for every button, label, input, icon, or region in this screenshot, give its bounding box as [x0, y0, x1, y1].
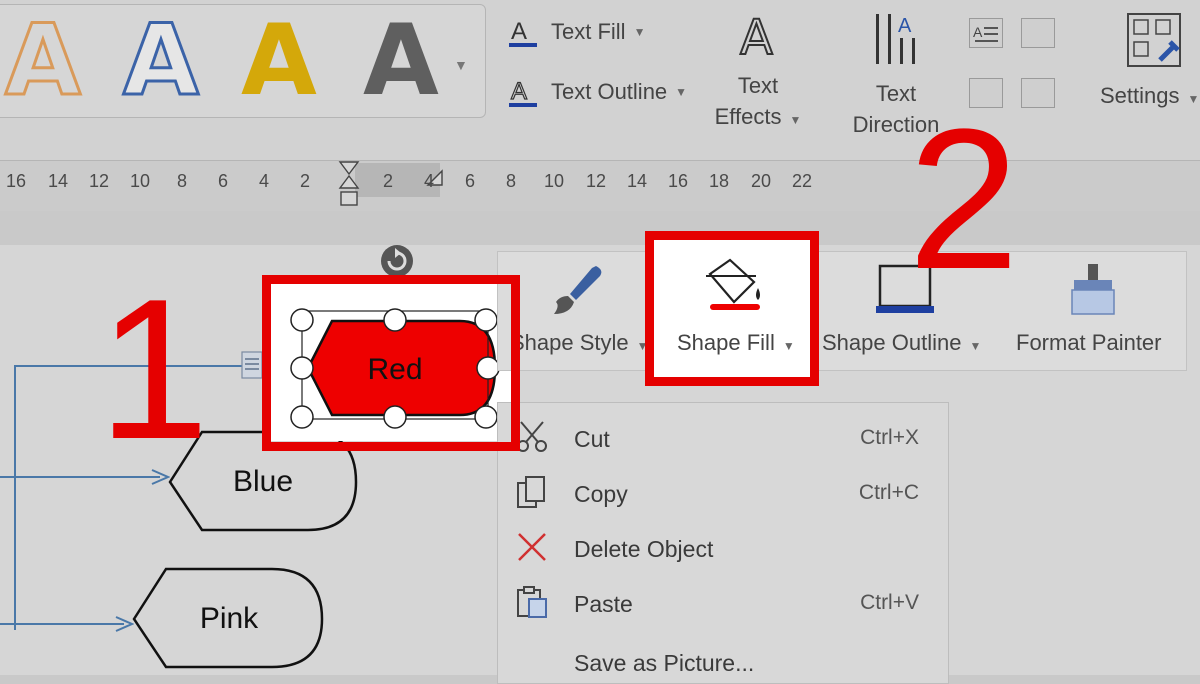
- menu-item-paste[interactable]: Paste Ctrl+V: [497, 575, 947, 625]
- text-outline-label: Text Outline: [551, 79, 668, 104]
- annotation-frame-step1: [262, 275, 520, 451]
- menu-item-shortcut: Ctrl+C: [858, 481, 919, 504]
- gallery-more-icon[interactable]: ▼: [454, 57, 468, 73]
- ruler-tick: 4: [259, 171, 270, 191]
- menu-item-label: Paste: [574, 591, 633, 617]
- format-painter-button[interactable]: Format Painter: [1016, 330, 1162, 356]
- ruler-tick: 4: [424, 171, 435, 191]
- settings-icon: [1127, 13, 1181, 67]
- indent-marker-icon[interactable]: [338, 160, 360, 208]
- ruler-tick: 6: [465, 171, 476, 191]
- svg-text:A: A: [973, 24, 983, 40]
- menu-item-save-as-picture[interactable]: Save as Picture...: [497, 634, 947, 684]
- ruler-tick: 18: [709, 171, 730, 191]
- menu-item-label: Delete Object: [574, 536, 714, 562]
- paintbrush-icon: [554, 266, 602, 314]
- wordart-style-blue-outline[interactable]: A: [122, 10, 201, 113]
- annotation-frame-step2: [645, 231, 819, 386]
- ruler-tick: 10: [130, 171, 151, 191]
- svg-text:A: A: [740, 10, 773, 62]
- ruler-tick: 2: [300, 171, 311, 191]
- ruler-tick: 8: [506, 171, 517, 191]
- text-outline-icon: A: [509, 77, 537, 107]
- svg-text:A: A: [511, 78, 527, 105]
- text-outline-button[interactable]: A Text Outline ▼: [505, 74, 687, 110]
- connector-line: [0, 623, 124, 625]
- wordart-style-gray[interactable]: A: [363, 11, 439, 111]
- ruler-tick: 2: [383, 171, 394, 191]
- svg-text:A: A: [511, 18, 527, 45]
- ruler-tick: 16: [6, 171, 27, 191]
- text-effects-label-line1: Text: [737, 73, 779, 98]
- layout-options-icon[interactable]: [240, 350, 264, 380]
- format-painter-label: Format Painter: [1016, 330, 1162, 355]
- menu-item-label: Copy: [574, 481, 628, 507]
- shape-style-button[interactable]: Shape Style ▼: [510, 330, 649, 356]
- chevron-down-icon: ▼: [633, 25, 646, 39]
- menu-item-shortcut: Ctrl+X: [860, 426, 919, 449]
- ruler-tick: 10: [544, 171, 565, 191]
- ruler-tick: 8: [177, 171, 188, 191]
- ruler-tick: 20: [751, 171, 772, 191]
- ruler-tick: 6: [218, 171, 229, 191]
- delete-icon: [518, 533, 546, 561]
- ruler-tick: 16: [668, 171, 689, 191]
- ruler-tick: 12: [586, 171, 607, 191]
- chevron-down-icon: ▼: [675, 85, 688, 99]
- paste-icon: [517, 586, 547, 618]
- annotation-step1-number: 1: [98, 258, 210, 481]
- text-box-layout-icon[interactable]: A: [969, 18, 1003, 48]
- menu-item-cut[interactable]: Cut Ctrl+X: [497, 410, 947, 460]
- arrowhead-icon: [115, 616, 134, 632]
- shape-outline-label: Shape Outline: [822, 330, 962, 355]
- text-fill-label: Text Fill: [551, 19, 626, 44]
- text-fill-icon: A: [509, 18, 537, 47]
- ruler-tick: 14: [48, 171, 69, 191]
- text-fill-button[interactable]: A Text Fill ▼: [505, 14, 645, 50]
- shape-style-label: Shape Style: [510, 330, 629, 355]
- rotate-handle-icon[interactable]: [377, 243, 417, 279]
- text-effects-button[interactable]: A Text Effects ▼: [708, 10, 808, 136]
- text-direction-icon: A: [876, 14, 915, 64]
- text-effects-icon: A: [739, 10, 774, 62]
- settings-button[interactable]: Settings ▼: [1100, 12, 1200, 115]
- wordart-style-orange-outline[interactable]: A: [4, 10, 83, 113]
- text-box-layout-icon[interactable]: [1021, 18, 1055, 48]
- format-painter-icon: [1071, 264, 1115, 315]
- annotation-step2-number: 2: [908, 88, 1020, 311]
- chevron-down-icon: ▼: [1187, 92, 1200, 106]
- copy-icon: [517, 476, 545, 508]
- ruler-tick: 22: [792, 171, 813, 191]
- menu-item-label: Cut: [574, 426, 610, 452]
- menu-item-delete-object[interactable]: Delete Object: [497, 520, 947, 570]
- text-effects-label-line2: Effects: [714, 104, 782, 129]
- menu-item-copy[interactable]: Copy Ctrl+C: [497, 465, 947, 515]
- menu-item-label: Save as Picture...: [574, 650, 755, 676]
- connector-line: [14, 365, 16, 630]
- ruler-tick: 14: [627, 171, 648, 191]
- scissors-icon: [517, 421, 547, 452]
- ruler-tick: 12: [89, 171, 110, 191]
- wordart-style-gallery: A A A A ▼: [0, 4, 486, 118]
- settings-label: Settings: [1100, 83, 1180, 108]
- chevron-down-icon: ▼: [969, 339, 982, 353]
- menu-item-shortcut: Ctrl+V: [860, 591, 919, 614]
- svg-text:A: A: [898, 15, 912, 37]
- shape-outline-button[interactable]: Shape Outline ▼: [822, 330, 981, 356]
- wordart-style-gold[interactable]: A: [241, 11, 317, 111]
- text-box-layout-icon[interactable]: [1021, 78, 1055, 108]
- shape-pink-label: Pink: [199, 602, 259, 635]
- chevron-down-icon: ▼: [789, 113, 802, 127]
